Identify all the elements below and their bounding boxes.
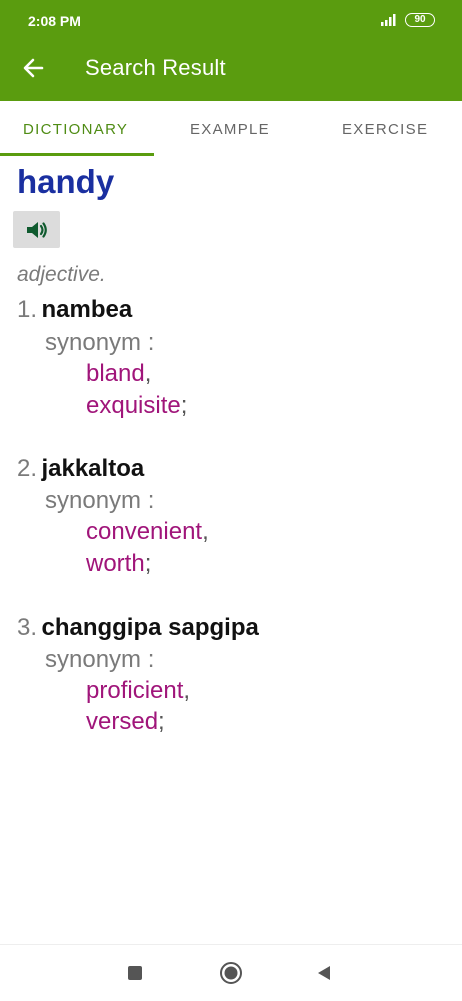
synonym-label: synonym : — [45, 487, 155, 514]
headword: handy — [17, 163, 115, 200]
circle-icon[interactable] — [219, 961, 243, 985]
status-bar: 2:08 PM 90 — [0, 0, 462, 40]
synonym-item[interactable]: versed; — [86, 708, 165, 736]
battery-level: 90 — [414, 14, 426, 25]
pronounce-button[interactable] — [13, 211, 60, 248]
triangle-back-icon[interactable] — [316, 965, 332, 981]
synonym-label: synonym : — [45, 329, 155, 356]
sense-3: 3. changgipa sapgipa — [17, 614, 259, 642]
tab-exercise[interactable]: EXERCISE — [342, 121, 428, 138]
sense-meaning: changgipa sapgipa — [41, 614, 259, 641]
sense-number: 1. — [17, 296, 38, 323]
synonym-item[interactable]: exquisite; — [86, 392, 187, 420]
sense-meaning: nambea — [41, 296, 133, 323]
tab-dictionary[interactable]: DICTIONARY — [23, 121, 128, 138]
tab-indicator — [0, 153, 154, 156]
signal-icon — [381, 14, 396, 26]
synonym-label: synonym : — [45, 646, 155, 673]
synonym-item[interactable]: proficient, — [86, 677, 190, 705]
synonym-item[interactable]: bland, — [86, 360, 151, 388]
synonym-item[interactable]: worth; — [86, 550, 151, 578]
speaker-icon — [26, 221, 47, 238]
square-icon[interactable] — [127, 965, 143, 981]
sense-number: 2. — [17, 455, 38, 482]
status-time: 2:08 PM — [28, 13, 81, 29]
sense-number: 3. — [17, 614, 38, 641]
part-of-speech: adjective. — [17, 263, 106, 286]
sense-meaning: jakkaltoa — [41, 455, 145, 482]
synonym-item[interactable]: convenient, — [86, 518, 209, 546]
tab-example[interactable]: EXAMPLE — [190, 121, 270, 138]
battery-icon: 90 — [405, 13, 435, 27]
arrow-left-icon[interactable] — [20, 54, 48, 82]
page-title: Search Result — [85, 55, 226, 80]
system-nav-bar — [0, 944, 462, 1001]
app-bar: 2:08 PM 90 Search Result — [0, 0, 462, 101]
sense-2: 2. jakkaltoa — [17, 455, 144, 483]
sense-1: 1. nambea — [17, 296, 132, 324]
tab-bar: DICTIONARY EXAMPLE EXERCISE — [0, 101, 462, 156]
